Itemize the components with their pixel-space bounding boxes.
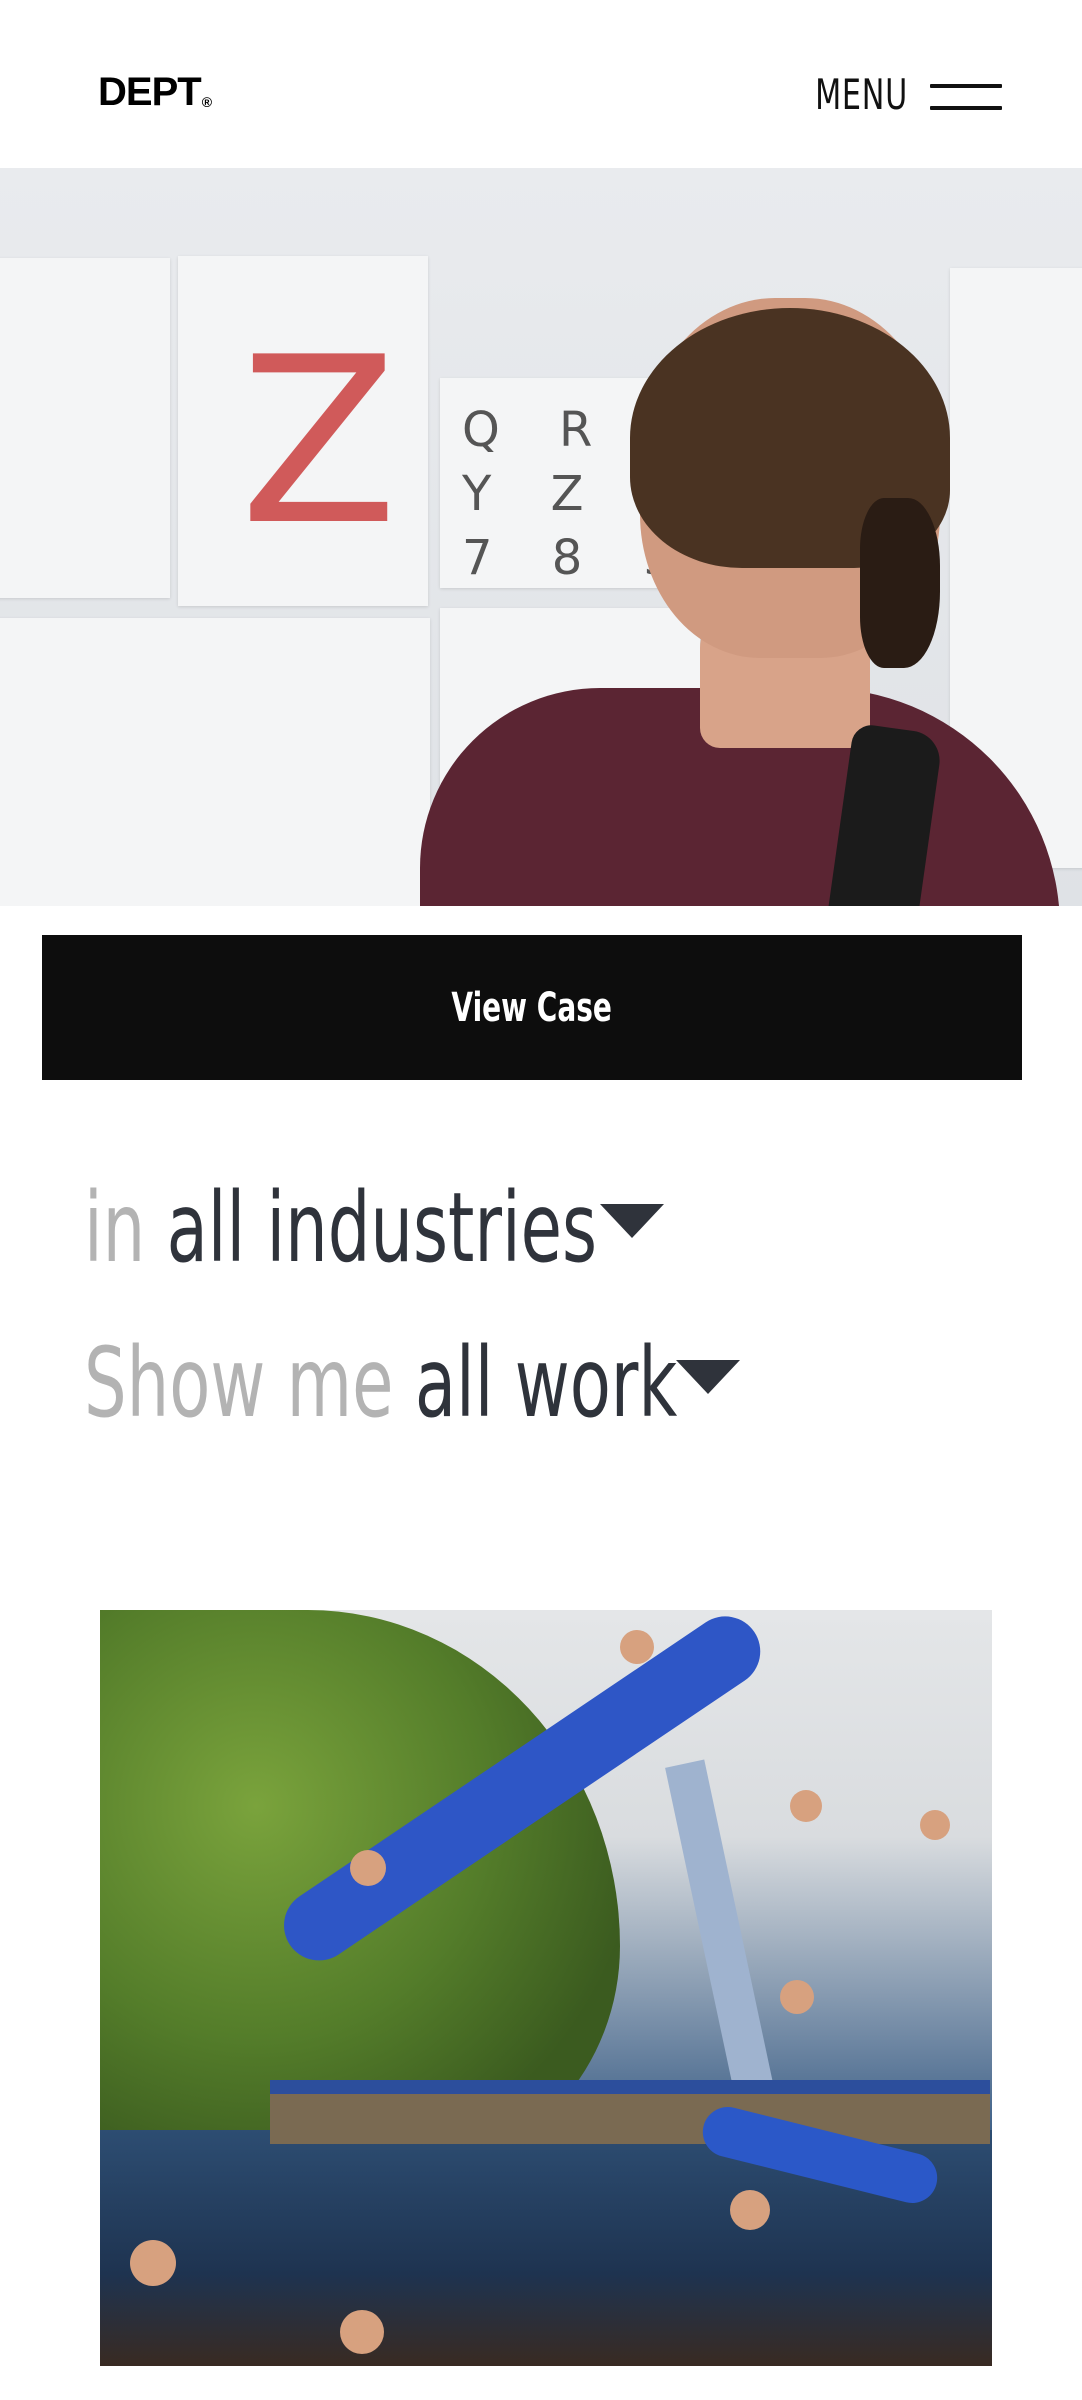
view-case-label: View Case bbox=[451, 984, 613, 1031]
industry-filter-text: in all industries bbox=[84, 1180, 597, 1276]
person bbox=[790, 1790, 822, 1822]
person bbox=[350, 1850, 386, 1886]
dept-logo[interactable]: DEPT® bbox=[98, 70, 212, 114]
slide-ladder bbox=[665, 1759, 775, 2101]
menu-button[interactable]: MENU bbox=[779, 74, 1002, 116]
person bbox=[920, 1810, 950, 1840]
menu-label: MENU bbox=[815, 70, 908, 119]
person bbox=[730, 2190, 770, 2230]
registered-mark: ® bbox=[201, 94, 212, 110]
caret-down-icon[interactable] bbox=[676, 1360, 740, 1394]
wall-sheet bbox=[0, 618, 430, 906]
logo-text: DEPT bbox=[98, 70, 202, 114]
caret-down-icon[interactable] bbox=[600, 1204, 664, 1238]
hamburger-line bbox=[930, 84, 1002, 88]
case-card-image[interactable] bbox=[100, 1610, 992, 2366]
work-filter-prefix: Show me bbox=[84, 1327, 394, 1439]
industry-filter[interactable]: in all industries bbox=[84, 1180, 817, 1276]
person bbox=[340, 2310, 384, 2354]
industry-filter-prefix: in bbox=[84, 1172, 146, 1284]
person bbox=[130, 2240, 176, 2286]
person bbox=[780, 1980, 814, 2014]
work-filter-value: all work bbox=[414, 1327, 678, 1439]
wall-letter-z: Z bbox=[240, 309, 398, 576]
work-filter[interactable]: Show me all work bbox=[84, 1335, 932, 1431]
site-header: DEPT® MENU bbox=[0, 0, 1082, 169]
person bbox=[620, 1630, 654, 1664]
industry-filter-value: all industries bbox=[166, 1172, 598, 1284]
hamburger-icon bbox=[930, 78, 1002, 112]
wall-sheet bbox=[0, 258, 170, 598]
work-filter-text: Show me all work bbox=[84, 1335, 677, 1431]
person-beard bbox=[860, 498, 940, 668]
view-case-button[interactable]: View Case bbox=[42, 935, 1022, 1080]
hero-image[interactable]: Z Q R S Y Z 1 7 8 9 bbox=[0, 168, 1082, 906]
floating-dock bbox=[270, 2080, 990, 2144]
hamburger-line bbox=[930, 106, 1002, 110]
